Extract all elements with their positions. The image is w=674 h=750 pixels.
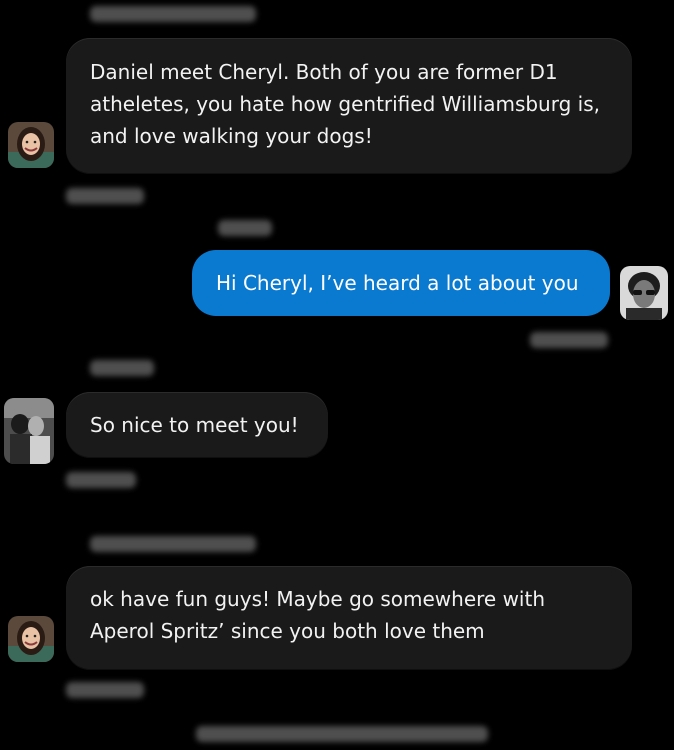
message-text: Daniel meet Cheryl. Both of you are form… bbox=[90, 60, 600, 148]
timestamp-blurred bbox=[530, 332, 608, 348]
man-sunglasses-avatar[interactable] bbox=[620, 266, 668, 320]
message-text: So nice to meet you! bbox=[90, 413, 299, 437]
couple-photo-avatar[interactable] bbox=[4, 398, 54, 464]
message-text: ok have fun guys! Maybe go somewhere wit… bbox=[90, 587, 546, 643]
woman-smiling-avatar[interactable] bbox=[8, 616, 54, 662]
timestamp-blurred bbox=[66, 188, 144, 204]
woman-smiling-avatar[interactable] bbox=[8, 122, 54, 168]
sender-name-blurred bbox=[90, 536, 256, 552]
message-bubble[interactable]: Daniel meet Cheryl. Both of you are form… bbox=[66, 38, 632, 174]
timestamp-blurred bbox=[66, 472, 136, 488]
sender-name-blurred bbox=[90, 6, 256, 22]
typing-status-blurred bbox=[196, 726, 488, 742]
message-text: Hi Cheryl, I’ve heard a lot about you bbox=[216, 271, 579, 295]
sender-name-blurred bbox=[90, 360, 154, 376]
message-bubble[interactable]: Hi Cheryl, I’ve heard a lot about you bbox=[192, 250, 610, 316]
message-bubble[interactable]: ok have fun guys! Maybe go somewhere wit… bbox=[66, 566, 632, 670]
sender-name-blurred bbox=[218, 220, 272, 236]
timestamp-blurred bbox=[66, 682, 144, 698]
message-bubble[interactable]: So nice to meet you! bbox=[66, 392, 328, 458]
